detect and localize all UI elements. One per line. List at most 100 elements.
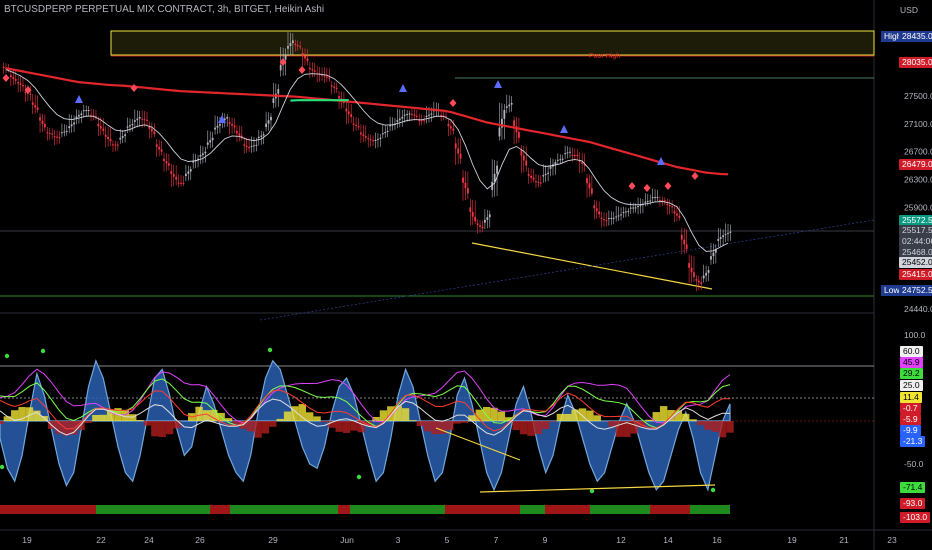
- candle-body: [374, 139, 377, 141]
- candle-body: [80, 113, 83, 115]
- tradingview-chart[interactable]: BTCUSDPERP PERPETUAL MIX CONTRACT, 3h, B…: [0, 0, 932, 550]
- candle-body: [724, 233, 727, 235]
- candle-body: [688, 263, 691, 268]
- candle-body: [153, 131, 156, 135]
- osc-value-badge: -103.0: [900, 512, 931, 523]
- candle-body: [75, 116, 78, 118]
- candle-body: [90, 114, 92, 116]
- candle-body: [97, 123, 100, 127]
- status-segment: [96, 505, 210, 514]
- price-tick-label: 24440.0: [904, 304, 932, 314]
- candle-body: [459, 153, 462, 159]
- candle-body: [408, 113, 411, 115]
- candle-body: [345, 108, 348, 112]
- candle-body: [447, 123, 450, 127]
- candle-body: [184, 173, 187, 177]
- candle-body: [612, 217, 615, 219]
- candle-body: [46, 132, 49, 134]
- candle-body: [146, 119, 148, 121]
- candle-body: [598, 211, 601, 215]
- candle-body: [43, 124, 46, 128]
- status-segment: [230, 505, 338, 514]
- candle-body: [214, 127, 216, 130]
- time-tick-label: 19: [22, 535, 32, 545]
- candle-body: [697, 280, 700, 283]
- candle-body: [51, 133, 54, 135]
- candle-body: [379, 137, 382, 139]
- chart-canvas[interactable]: 27500.0 27100.0 26700.0 26300.0 25900.0 24440…: [0, 0, 932, 550]
- osc-histogram-bar: [682, 413, 690, 421]
- osc-histogram-bar: [276, 418, 284, 421]
- osc-histogram-bar: [468, 415, 476, 421]
- candle-body: [678, 215, 681, 218]
- candle-body: [291, 40, 294, 44]
- candle-body: [693, 272, 695, 277]
- candle-body: [70, 124, 73, 127]
- candle-body: [65, 130, 68, 132]
- osc-histogram-bar: [549, 421, 557, 422]
- candle-body: [576, 155, 579, 157]
- candle-body: [19, 83, 22, 85]
- candle-body: [233, 125, 236, 128]
- candle-body: [634, 207, 637, 209]
- osc-signal-dot: [267, 347, 273, 353]
- ema-layer: [5, 67, 729, 252]
- candle-body: [430, 113, 433, 115]
- time-tick-label: 22: [96, 535, 106, 545]
- candle-body: [231, 123, 233, 126]
- candle-body: [141, 118, 144, 120]
- buy-triangle-icon: [494, 80, 502, 88]
- candle-body: [170, 171, 173, 175]
- candle-body: [12, 77, 15, 79]
- candle-body: [425, 115, 428, 117]
- osc-histogram-bar: [99, 414, 107, 421]
- candle-body: [607, 218, 610, 220]
- candle-body: [99, 126, 102, 129]
- sell-diamond-icon: [130, 84, 138, 92]
- candle-body: [206, 142, 209, 145]
- buy-triangle-icon: [560, 125, 568, 133]
- osc-histogram-bar: [151, 421, 159, 437]
- candle-body: [63, 131, 66, 133]
- osc-histogram-bar: [409, 420, 417, 421]
- candle-body: [22, 84, 24, 87]
- candle-body: [702, 275, 705, 279]
- candle-body: [175, 176, 178, 180]
- price-badge: 25452.0: [899, 257, 932, 268]
- osc-histogram-bar: [541, 421, 550, 430]
- candle-body: [270, 116, 272, 121]
- candle-body: [211, 137, 214, 141]
- candle-body: [639, 204, 642, 207]
- osc-histogram-bar: [165, 421, 174, 435]
- candle-body: [180, 182, 182, 184]
- candle-body: [646, 201, 649, 203]
- candle-body: [9, 75, 12, 78]
- osc-value-badge: 29.2: [900, 368, 923, 379]
- price-tick-label: 25900.0: [904, 202, 932, 212]
- candle-body: [250, 145, 253, 147]
- osc-value-badge: -9.9: [900, 425, 921, 436]
- candle-body: [53, 136, 56, 138]
- osc-histogram-bar: [247, 421, 255, 432]
- time-tick-label: 23: [887, 535, 897, 545]
- candle-body: [428, 114, 430, 116]
- candle-body: [109, 139, 112, 142]
- candle-body: [464, 182, 467, 189]
- time-tick-label: 26: [195, 535, 205, 545]
- candle-body: [87, 109, 90, 111]
- osc-histogram-bar: [283, 411, 292, 421]
- osc-histogram-bar: [586, 410, 594, 421]
- candle-body: [649, 200, 652, 202]
- candle-body: [717, 238, 720, 241]
- candle-body: [102, 128, 105, 131]
- candle-body: [415, 115, 418, 117]
- candle-body: [325, 76, 328, 78]
- candle-body: [418, 120, 421, 122]
- candle-body: [294, 43, 297, 46]
- candle-body: [505, 106, 508, 108]
- price-badge: 24752.5: [899, 285, 932, 296]
- candle-body: [187, 171, 190, 174]
- candle-body: [36, 107, 39, 110]
- candle-body: [569, 151, 571, 153]
- candle-body: [479, 225, 481, 227]
